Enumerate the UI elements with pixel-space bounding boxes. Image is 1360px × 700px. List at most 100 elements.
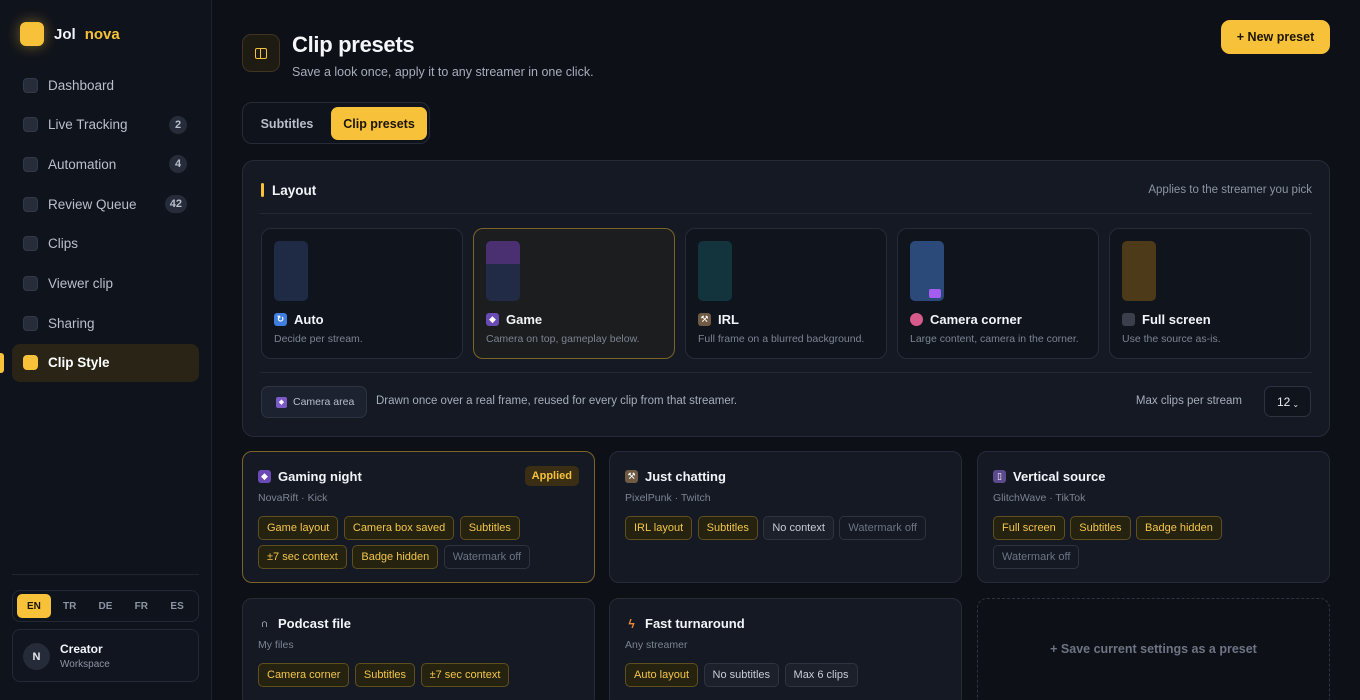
- preset-subtitle: GlitchWave · TikTok: [993, 492, 1086, 504]
- sidebar-item-dashboard[interactable]: Dashboard: [12, 66, 199, 104]
- preset-title-label: Podcast file: [278, 616, 351, 631]
- preset-title-label: Vertical source: [1013, 469, 1106, 484]
- preset-tag: ±7 sec context: [420, 663, 510, 687]
- auto-icon: ↻: [274, 313, 287, 326]
- preset-title: ⚒ Just chatting: [625, 469, 726, 484]
- sidebar-item-clips[interactable]: Clips: [12, 225, 199, 263]
- preset-tag: Subtitles: [697, 516, 758, 540]
- new-preset-button[interactable]: + New preset: [1221, 20, 1330, 54]
- sidebar-nav: Dashboard Live Tracking 2 Automation 4 R…: [0, 66, 199, 384]
- preset-card-just-chatting[interactable]: ⚒ Just chatting PixelPunk · Twitch IRL l…: [609, 451, 962, 583]
- sidebar-item-automation[interactable]: Automation 4: [12, 145, 199, 183]
- max-clips-select[interactable]: 12 ⌄: [1264, 386, 1311, 417]
- page-title: Clip presets: [292, 32, 415, 57]
- divider: [260, 372, 1312, 373]
- count-badge: 2: [169, 115, 187, 134]
- layout-thumbnail: [486, 241, 520, 301]
- preset-tag: Watermark off: [839, 516, 926, 540]
- pickaxe-icon: ⚒: [625, 470, 638, 483]
- sidebar-item-clip-style[interactable]: Clip Style: [0, 343, 199, 382]
- gamepad-icon: ◆: [486, 313, 499, 326]
- sidebar-item-label: Clips: [48, 236, 79, 252]
- preset-tag: Camera corner: [258, 663, 350, 687]
- section-accent-bar: [261, 183, 264, 197]
- language-de[interactable]: DE: [89, 594, 123, 618]
- camera-area-button[interactable]: ◆ Camera area: [261, 386, 367, 418]
- layout-option-full-screen[interactable]: Full screen Use the source as-is.: [1109, 228, 1311, 359]
- preset-tags: Camera corner Subtitles ±7 sec context: [258, 663, 583, 692]
- language-fr[interactable]: FR: [124, 594, 158, 618]
- preset-tag: Watermark off: [443, 545, 531, 569]
- avatar: N: [23, 643, 50, 670]
- language-es[interactable]: ES: [160, 594, 194, 618]
- preset-tag: Badge hidden: [352, 545, 439, 569]
- page-subtitle: Save a look once, apply it to any stream…: [292, 65, 594, 79]
- tab-clip-presets[interactable]: Clip presets: [331, 107, 427, 140]
- preset-title: ϟ Fast turnaround: [625, 616, 744, 631]
- tab-subtitles[interactable]: Subtitles: [248, 107, 326, 140]
- preset-title-label: Just chatting: [645, 469, 726, 484]
- preset-card-podcast-file[interactable]: ∩ Podcast file My files Camera corner Su…: [242, 598, 595, 700]
- layout-option-label: Full screen: [1142, 312, 1211, 327]
- preset-tag: Badge hidden: [1136, 516, 1222, 540]
- layout-option-label: Auto: [294, 312, 324, 327]
- sidebar-item-review-queue[interactable]: Review Queue 42: [12, 185, 199, 223]
- layout-option-camera-corner[interactable]: Camera corner Large content, camera in t…: [897, 228, 1099, 359]
- language-switcher: EN TR DE FR ES: [12, 590, 199, 622]
- layout-option-desc: Camera on top, gameplay below.: [486, 333, 640, 345]
- layout-thumbnail: [1122, 241, 1156, 301]
- preset-tags: IRL layout Subtitles No context Watermar…: [625, 516, 950, 545]
- layout-option-desc: Large content, camera in the corner.: [910, 333, 1079, 345]
- language-tr[interactable]: TR: [53, 594, 87, 618]
- chevron-down-icon: ⌄: [1292, 399, 1300, 409]
- layout-option-game[interactable]: ◆ Game Camera on top, gameplay below.: [473, 228, 675, 359]
- preset-title: ▯ Vertical source: [993, 469, 1106, 484]
- sidebar-item-label: Clip Style: [48, 355, 110, 371]
- brand[interactable]: Jol nova: [20, 22, 120, 46]
- brand-logo-icon: [20, 22, 44, 46]
- phone-icon: ▯: [993, 470, 1006, 483]
- layout-option-irl[interactable]: ⚒ IRL Full frame on a blurred background…: [685, 228, 887, 359]
- layout-option-label: Game: [506, 312, 543, 327]
- divider: [260, 213, 1312, 214]
- layout-option-label: Camera corner: [930, 312, 1022, 327]
- count-badge: 4: [169, 155, 187, 174]
- sidebar-item-label: Sharing: [48, 315, 95, 331]
- camera-area-label: Camera area: [293, 396, 355, 408]
- brand-name-part1: Jol: [54, 25, 76, 43]
- preset-tag: Camera box saved: [343, 516, 455, 540]
- clip-style-icon: [23, 355, 38, 371]
- layout-option-title: ⚒ IRL: [698, 312, 739, 327]
- preset-subtitle: NovaRift · Kick: [258, 492, 328, 504]
- sharing-icon: [23, 315, 38, 331]
- user-card[interactable]: N Creator Workspace: [12, 629, 199, 682]
- language-en[interactable]: EN: [17, 594, 51, 618]
- camera-area-desc: Drawn once over a real frame, reused for…: [376, 395, 738, 407]
- brand-name-part2: nova: [84, 25, 120, 43]
- sidebar-item-label: Viewer clip: [48, 275, 114, 291]
- preset-tag: Subtitles: [1070, 516, 1131, 540]
- layout-option-desc: Full frame on a blurred background.: [698, 333, 865, 345]
- layout-option-title: ↻ Auto: [274, 312, 324, 327]
- sidebar-item-live-tracking[interactable]: Live Tracking 2: [12, 106, 199, 144]
- sidebar-divider: [12, 574, 199, 575]
- sidebar-item-viewer-clip[interactable]: Viewer clip: [12, 264, 199, 302]
- preset-tags: Game layout Camera box saved Subtitles ±…: [258, 516, 583, 574]
- preset-tags: Full screen Subtitles Badge hidden Water…: [993, 516, 1318, 574]
- gamepad-icon: ◆: [276, 396, 287, 408]
- save-as-preset-button[interactable]: + Save current settings as a preset: [977, 598, 1330, 700]
- preset-card-fast-turnaround[interactable]: ϟ Fast turnaround Any streamer Auto layo…: [609, 598, 962, 700]
- layout-option-auto[interactable]: ↻ Auto Decide per stream.: [261, 228, 463, 359]
- preset-card-gaming-night[interactable]: ◆ Gaming night NovaRift · Kick Applied G…: [242, 451, 595, 583]
- preset-subtitle: Any streamer: [625, 639, 688, 651]
- preset-tag: No context: [763, 516, 834, 540]
- preset-tag: Subtitles: [459, 516, 520, 540]
- sidebar-item-sharing[interactable]: Sharing: [12, 304, 199, 342]
- layout-option-label: IRL: [718, 312, 739, 327]
- preset-tags: Auto layout No subtitles Max 6 clips: [625, 663, 950, 692]
- layout-hint: Applies to the streamer you pick: [1148, 184, 1312, 196]
- brain-icon: [910, 313, 923, 326]
- automation-icon: [23, 156, 38, 172]
- preset-card-vertical-source[interactable]: ▯ Vertical source GlitchWave · TikTok Fu…: [977, 451, 1330, 583]
- layout-thumbnail: [698, 241, 732, 301]
